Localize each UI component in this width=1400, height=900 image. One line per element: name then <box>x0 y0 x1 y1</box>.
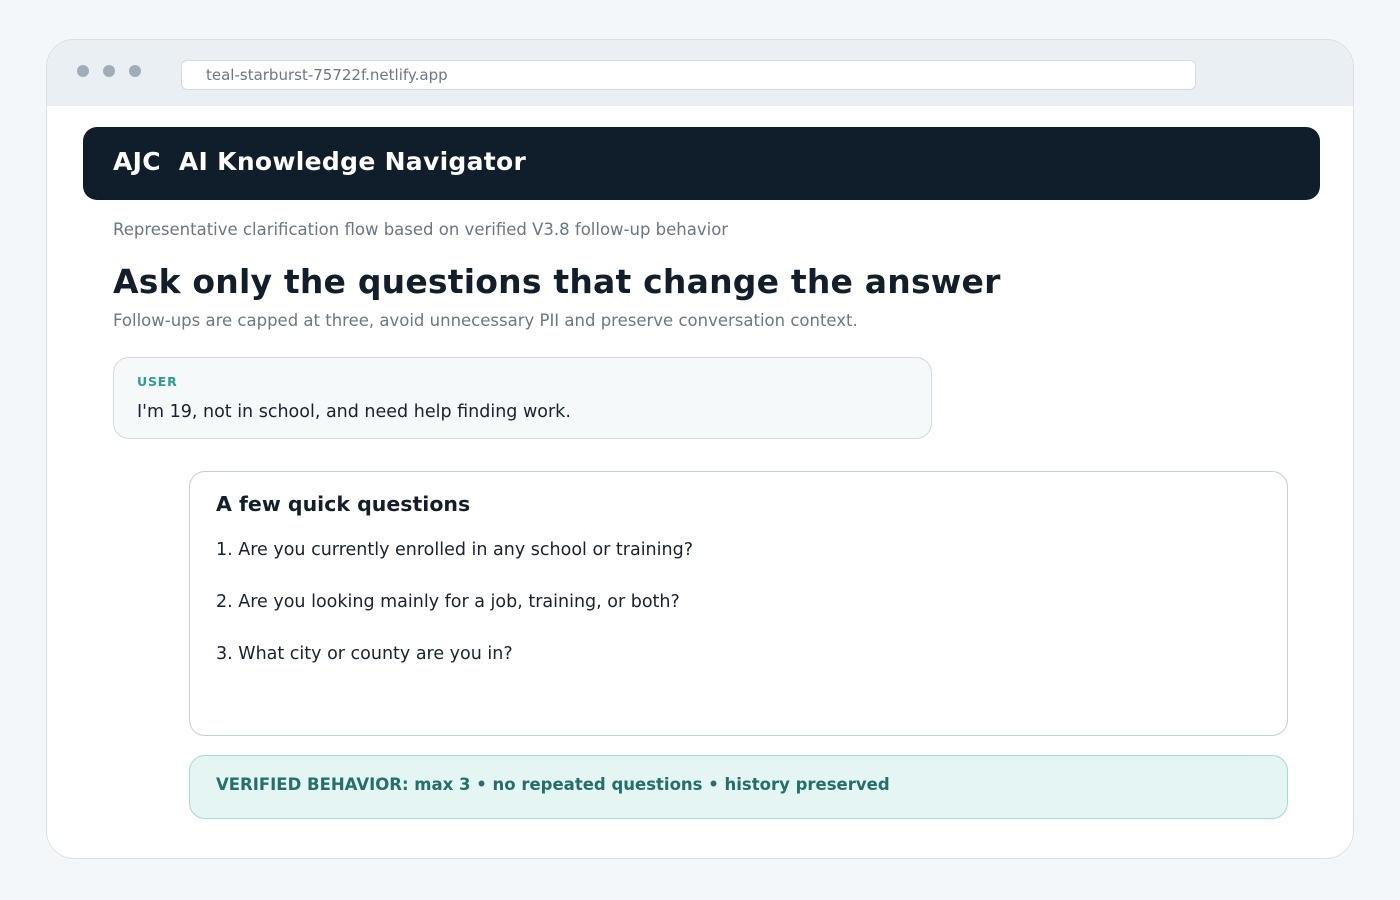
browser-window: teal-starburst-75722f.netlify.app AJC AI… <box>46 39 1354 859</box>
page-subtitle: Follow-ups are capped at three, avoid un… <box>113 311 858 330</box>
user-message-text: I'm 19, not in school, and need help fin… <box>137 402 571 422</box>
window-minimize-control[interactable] <box>103 65 115 77</box>
verified-behavior-banner: VERIFIED BEHAVIOR: max 3 • no repeated q… <box>189 755 1288 819</box>
window-close-control[interactable] <box>77 65 89 77</box>
question-item: 1. Are you currently enrolled in any sch… <box>216 540 694 560</box>
address-bar[interactable]: teal-starburst-75722f.netlify.app <box>181 60 1196 90</box>
app-header-title: AJC AI Knowledge Navigator <box>83 127 1320 200</box>
browser-toolbar: teal-starburst-75722f.netlify.app <box>47 40 1353 106</box>
page-title: Ask only the questions that change the a… <box>113 262 1001 301</box>
window-maximize-control[interactable] <box>129 65 141 77</box>
user-message-card: USER I'm 19, not in school, and need hel… <box>113 357 932 439</box>
questions-list: 1. Are you currently enrolled in any sch… <box>216 540 693 696</box>
follow-up-questions-card: A few quick questions 1. Are you current… <box>189 471 1288 736</box>
user-role-label: USER <box>137 374 178 389</box>
question-item: 3. What city or county are you in? <box>216 644 513 664</box>
context-note: Representative clarification flow based … <box>113 220 729 239</box>
question-item: 2. Are you looking mainly for a job, tra… <box>216 592 680 612</box>
questions-card-title: A few quick questions <box>216 492 471 516</box>
